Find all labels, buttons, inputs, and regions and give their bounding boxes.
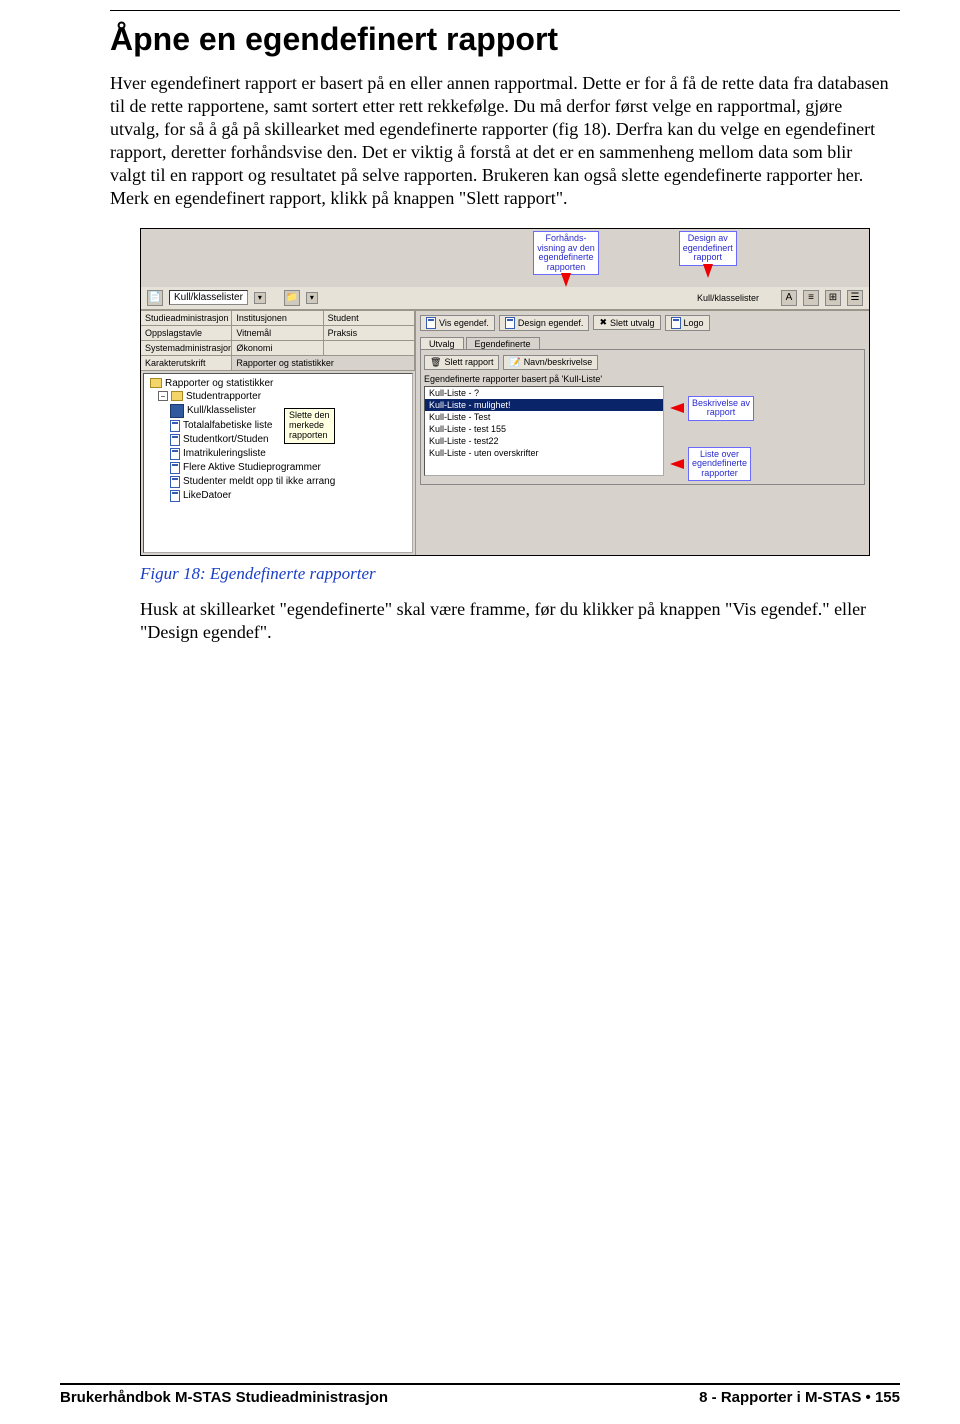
navn-beskrivelse-button[interactable]: 📝 Navn/beskrivelse <box>503 355 598 370</box>
tree-item-label: Kull/klasselister <box>187 405 256 416</box>
tab-student[interactable]: Student <box>324 311 415 326</box>
list-item[interactable]: Kull-Liste - uten overskrifter <box>425 447 663 459</box>
button-label: Navn/beskrivelse <box>524 357 593 367</box>
logo-button[interactable]: Logo <box>665 315 710 331</box>
arrow-icon <box>670 459 684 469</box>
delete-icon: ✖ <box>599 317 607 328</box>
tree-item[interactable]: Kull/klasselister <box>146 403 410 419</box>
callout-list: Liste over egendefinerte rapporter <box>688 447 751 481</box>
logo-icon <box>671 317 681 329</box>
figure-18-screenshot: Forhånds- visning av den egendefinerte r… <box>140 228 870 556</box>
report-item-icon <box>170 448 180 460</box>
tree-item[interactable]: LikeDatoer <box>146 489 410 503</box>
tree-item-label: Studentkort/Studen <box>183 434 269 445</box>
tab-oppslagstavle[interactable]: Oppslagstavle <box>141 326 232 341</box>
grid-d-icon[interactable]: ☰ <box>847 290 863 306</box>
list-item[interactable]: Kull-Liste - mulighet! <box>425 399 663 411</box>
tree-folder-label: Studentrapporter <box>186 391 261 402</box>
arrow-icon <box>561 273 571 287</box>
tree-folder[interactable]: − Studentrapporter <box>146 390 410 403</box>
tree-root-label: Rapporter og statistikker <box>165 378 273 389</box>
expand-icon[interactable]: − <box>158 391 168 401</box>
list-item[interactable]: Kull-Liste - Test <box>425 411 663 423</box>
footer-left: Brukerhåndbok M-STAS Studieadministrasjo… <box>60 1389 388 1406</box>
slett-rapport-button[interactable]: 🗑Slett rapport <box>424 355 499 370</box>
tree-item[interactable]: Studenter meldt opp til ikke arrang <box>146 475 410 489</box>
tooltip-delete: Slette den merkede rapporten <box>284 408 335 444</box>
button-label: Slett utvalg <box>610 318 655 328</box>
tab-praksis[interactable]: Praksis <box>324 326 415 341</box>
footer-right: 8 - Rapporter i M-STAS • 155 <box>699 1389 900 1406</box>
tab-okonomi[interactable]: Økonomi <box>232 341 323 356</box>
section-heading: Åpne en egendefinert rapport <box>110 21 900 58</box>
folder-icon <box>150 378 162 388</box>
left-tab-grid: Studieadministrasjon Institusjonen Stude… <box>141 311 415 371</box>
custom-report-listbox[interactable]: Kull-Liste - ? Kull-Liste - mulighet! Ku… <box>424 386 664 476</box>
grid-c-icon[interactable]: ⊞ <box>825 290 841 306</box>
folder-icon <box>171 391 183 401</box>
design-egendef-button[interactable]: Design egendef. <box>499 315 590 331</box>
egendefinerte-panel: 🗑Slett rapport 📝 Navn/beskrivelse Egendef… <box>420 349 865 485</box>
grid-a-icon[interactable]: A <box>781 290 797 306</box>
dropdown-arrow-icon[interactable]: ▾ <box>306 292 318 304</box>
report-icon: 📄 <box>147 290 163 306</box>
arrow-icon <box>670 403 684 413</box>
intro-paragraph: Hver egendefinert rapport er basert på e… <box>110 72 890 210</box>
tree-item-label: Totalalfabetiske liste <box>183 420 273 431</box>
tree-item-label: LikeDatoer <box>183 490 231 501</box>
tree-item-label: Imatrikuleringsliste <box>183 448 266 459</box>
callout-design: Design av egendefinert rapport <box>679 231 737 265</box>
report-item-icon <box>170 462 180 474</box>
tree-item[interactable]: Imatrikuleringsliste <box>146 447 410 461</box>
button-label: Slett rapport <box>444 357 493 367</box>
tree-item[interactable]: Totalalfabetiske liste <box>146 419 410 433</box>
report-item-icon <box>170 434 180 446</box>
figure-caption: Figur 18: Egendefinerte rapporter <box>140 564 900 584</box>
button-label: Design egendef. <box>518 318 584 328</box>
info-icon: 📝 <box>509 357 520 368</box>
panel-label: Egendefinerte rapporter basert på 'Kull-… <box>424 372 861 386</box>
template-dropdown[interactable]: Kull/klasselister <box>169 290 248 305</box>
grid-b-icon[interactable]: ≡ <box>803 290 819 306</box>
button-label: Logo <box>684 318 704 328</box>
dropdown-arrow-icon[interactable]: ▾ <box>254 292 266 304</box>
callout-description: Beskrivelse av rapport <box>688 396 754 421</box>
tree-item-label: Studenter meldt opp til ikke arrang <box>183 476 335 487</box>
preview-icon <box>426 317 436 329</box>
page-footer: Brukerhåndbok M-STAS Studieadministrasjo… <box>60 1377 900 1406</box>
app-toolbar: 📄 Kull/klasselister ▾ 📁 ▾ Kull/klasselis… <box>141 287 869 310</box>
report-item-icon <box>170 420 180 432</box>
slett-utvalg-button[interactable]: ✖Slett utvalg <box>593 315 660 330</box>
list-item[interactable]: Kull-Liste - ? <box>425 387 663 399</box>
tab-vitnemal[interactable]: Vitnemål <box>232 326 323 341</box>
tab-institusjonen[interactable]: Institusjonen <box>232 311 323 326</box>
report-item-icon <box>170 476 180 488</box>
design-icon <box>505 317 515 329</box>
report-item-icon <box>170 490 180 502</box>
report-tree[interactable]: Rapporter og statistikker − Studentrappo… <box>143 373 413 553</box>
vis-egendef-button[interactable]: Vis egendef. <box>420 315 495 331</box>
tree-item[interactable]: Flere Aktive Studieprogrammer <box>146 461 410 475</box>
tree-root[interactable]: Rapporter og statistikker <box>146 377 410 390</box>
tab-studieadmin[interactable]: Studieadministrasjon <box>141 311 232 326</box>
report-item-icon <box>170 404 184 418</box>
tab-empty <box>324 341 415 356</box>
tree-item[interactable]: Studentkort/Studen <box>146 433 410 447</box>
tree-item-label: Flere Aktive Studieprogrammer <box>183 462 321 473</box>
list-item[interactable]: Kull-Liste - test 155 <box>425 423 663 435</box>
folder-icon[interactable]: 📁 <box>284 290 300 306</box>
list-item[interactable]: Kull-Liste - test22 <box>425 435 663 447</box>
arrow-icon <box>703 264 713 278</box>
note-paragraph: Husk at skillearket "egendefinerte" skal… <box>140 598 900 644</box>
dropdown-value: Kull/klasselister <box>174 292 243 303</box>
toolbar-label: Kull/klasselister <box>697 293 759 303</box>
tab-systemadmin[interactable]: Systemadministrasjon <box>141 341 232 356</box>
tab-karakterutskrift[interactable]: Karakterutskrift <box>141 356 232 371</box>
callout-preview: Forhånds- visning av den egendefinerte r… <box>533 231 599 275</box>
button-label: Vis egendef. <box>439 318 489 328</box>
tab-rapporter[interactable]: Rapporter og statistikker <box>232 356 415 371</box>
trash-icon: 🗑 <box>430 357 441 368</box>
